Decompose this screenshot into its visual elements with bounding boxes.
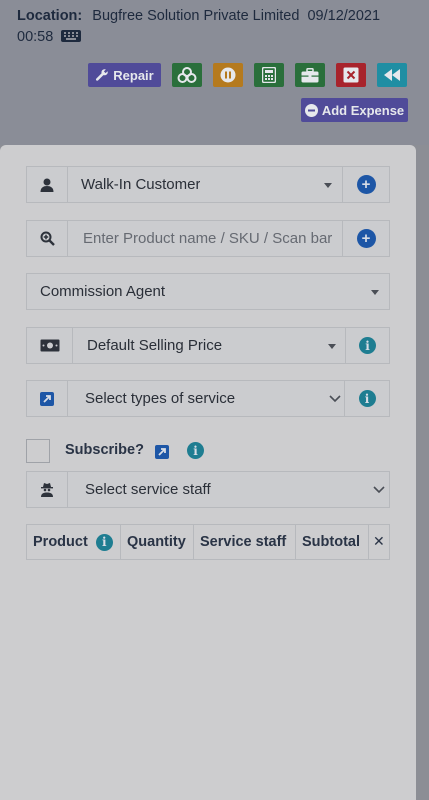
briefcase-icon: [301, 67, 319, 82]
location-line: Location: Bugfree Solution Private Limit…: [17, 6, 417, 48]
add-expense-label: Add Expense: [321, 102, 405, 118]
location-value: Bugfree Solution Private Limited: [92, 8, 300, 24]
top-bar: Location: Bugfree Solution Private Limit…: [0, 0, 429, 145]
subscribe-label: Subscribe?: [65, 442, 144, 458]
chevron-down-icon: [373, 486, 385, 494]
staff-icon-cell: [27, 472, 68, 507]
register-details-button[interactable]: [295, 63, 325, 87]
column-quantity-label: Quantity: [127, 534, 186, 550]
price-group-select[interactable]: Default Selling Price i: [26, 327, 390, 364]
wrench-icon: [96, 69, 109, 81]
product-search-field[interactable]: Enter Product name / SKU / Scan bar code…: [26, 220, 390, 257]
customer-select[interactable]: Walk-In Customer +: [26, 166, 390, 203]
plus-circle-icon: +: [356, 229, 376, 248]
user-secret-icon: [41, 483, 53, 497]
info-icon: i: [358, 390, 376, 407]
date-text: 09/12/2021: [307, 8, 381, 24]
service-types-info[interactable]: i: [344, 381, 389, 416]
coins-icon: [177, 67, 197, 83]
column-service-staff-label: Service staff: [200, 534, 287, 550]
time-text: 00:58: [17, 29, 54, 45]
service-staff-select[interactable]: Select service staff: [26, 471, 390, 508]
info-icon[interactable]: i: [187, 442, 204, 459]
plus-circle-icon: +: [356, 175, 376, 194]
price-icon-cell: [27, 328, 73, 363]
subscribe-checkbox[interactable]: [26, 439, 50, 463]
service-icon-cell: [27, 381, 68, 416]
search-plus-icon: [40, 231, 55, 246]
chevron-down-icon: [371, 290, 379, 295]
column-product-label: Product: [33, 534, 88, 550]
close-window-icon: [343, 67, 359, 83]
chevron-down-icon: [328, 344, 336, 349]
close-register-button[interactable]: [336, 63, 366, 87]
recent-transactions-button[interactable]: [172, 63, 202, 87]
money-bill-icon: [40, 339, 59, 352]
search-icon-cell: [27, 221, 68, 256]
remove-icon: ✕: [373, 534, 385, 550]
chevron-down-icon: [329, 395, 341, 403]
location-label: Location:: [17, 8, 83, 24]
column-header-quantity: Quantity: [121, 525, 194, 559]
commission-agent-select[interactable]: Commission Agent: [26, 273, 390, 310]
external-link-square-icon: [40, 391, 54, 406]
column-header-service-staff: Service staff: [194, 525, 296, 559]
info-icon: i: [359, 337, 376, 354]
pause-icon: [220, 67, 236, 83]
keyboard-icon[interactable]: [61, 30, 82, 42]
calculator-icon: [262, 67, 276, 83]
column-header-product: Product i: [27, 525, 121, 559]
customer-icon-cell: [27, 167, 68, 202]
pos-form-panel: Walk-In Customer + Enter Product name / …: [0, 145, 416, 800]
service-staff-value: Select service staff: [85, 481, 211, 498]
external-link-square-icon[interactable]: [155, 445, 169, 459]
back-button[interactable]: [377, 63, 407, 87]
user-icon: [40, 178, 54, 192]
customer-value: Walk-In Customer: [81, 176, 201, 193]
column-header-subtotal: Subtotal: [296, 525, 369, 559]
repair-button-label: Repair: [113, 67, 154, 83]
add-product-button[interactable]: +: [342, 221, 389, 256]
suspend-button[interactable]: [213, 63, 243, 87]
service-types-value: Select types of service: [85, 390, 236, 407]
product-search-input[interactable]: Enter Product name / SKU / Scan bar code: [83, 221, 333, 256]
minus-circle-icon: [304, 103, 318, 117]
add-customer-button[interactable]: +: [342, 167, 389, 202]
fast-backward-icon: [384, 69, 400, 81]
add-expense-button[interactable]: Add Expense: [301, 98, 408, 122]
column-header-remove: ✕: [369, 525, 389, 559]
calculator-button[interactable]: [254, 63, 284, 87]
price-group-info[interactable]: i: [345, 328, 389, 363]
info-icon[interactable]: i: [95, 533, 113, 551]
chevron-down-icon: [324, 183, 332, 188]
price-group-value: Default Selling Price: [87, 337, 223, 354]
repair-button[interactable]: Repair: [88, 63, 161, 87]
service-types-select[interactable]: Select types of service i: [26, 380, 390, 417]
product-table-header: Product i Quantity Service staff Subtota…: [26, 524, 390, 560]
commission-agent-value: Commission Agent: [40, 283, 166, 300]
column-subtotal-label: Subtotal: [302, 534, 360, 550]
